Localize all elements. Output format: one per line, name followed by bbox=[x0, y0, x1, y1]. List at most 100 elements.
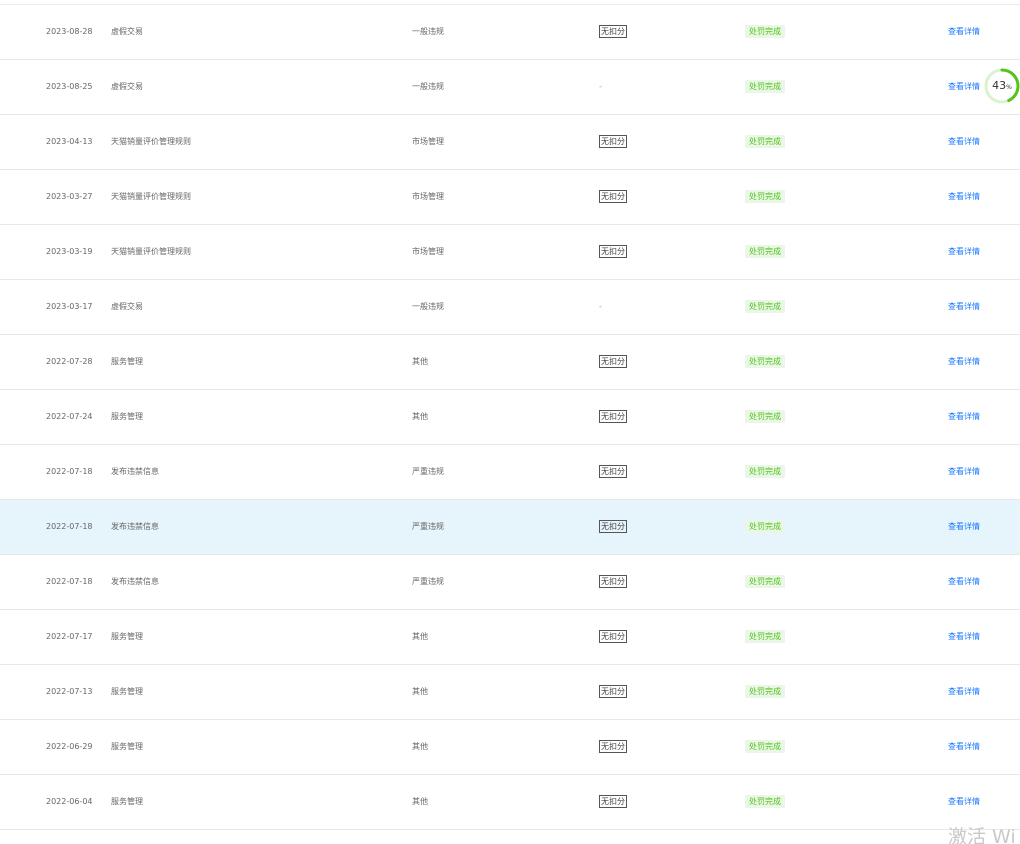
row-reason: 服务管理 bbox=[111, 687, 143, 696]
view-details-link[interactable]: 查看详情 bbox=[948, 27, 980, 36]
row-action-cell: 查看详情 bbox=[948, 445, 980, 499]
points-empty: - bbox=[599, 82, 602, 91]
progress-widget[interactable]: 43% bbox=[984, 68, 1020, 104]
view-details-link[interactable]: 查看详情 bbox=[948, 797, 980, 806]
table-row: 2023-08-25 虚假交易 一般违规 - 处罚完成 查看详情 bbox=[0, 60, 1020, 115]
row-points-cell: 无扣分 bbox=[599, 390, 627, 444]
row-violation-type: 其他 bbox=[412, 632, 428, 641]
status-badge: 处罚完成 bbox=[745, 410, 785, 423]
row-violation-type: 一般违规 bbox=[412, 27, 444, 36]
row-status-cell: 处罚完成 bbox=[745, 775, 785, 829]
row-action-cell: 查看详情 bbox=[948, 665, 980, 719]
view-details-link[interactable]: 查看详情 bbox=[948, 412, 980, 421]
view-details-link[interactable]: 查看详情 bbox=[948, 302, 980, 311]
row-date: 2022-06-29 bbox=[46, 742, 93, 751]
row-points-cell: 无扣分 bbox=[599, 555, 627, 609]
row-action-cell: 查看详情 bbox=[948, 555, 980, 609]
points-badge: 无扣分 bbox=[599, 630, 627, 643]
view-details-link[interactable]: 查看详情 bbox=[948, 687, 980, 696]
table-row: 2022-07-17 服务管理 其他 无扣分 处罚完成 查看详情 bbox=[0, 610, 1020, 665]
row-action-cell: 查看详情 bbox=[948, 335, 980, 389]
row-reason: 发布违禁信息 bbox=[111, 577, 159, 586]
view-details-link[interactable]: 查看详情 bbox=[948, 247, 980, 256]
row-status-cell: 处罚完成 bbox=[745, 555, 785, 609]
row-status-cell: 处罚完成 bbox=[745, 390, 785, 444]
status-badge: 处罚完成 bbox=[745, 190, 785, 203]
row-action-cell: 查看详情 bbox=[948, 500, 980, 554]
row-status-cell: 处罚完成 bbox=[745, 665, 785, 719]
row-status-cell: 处罚完成 bbox=[745, 280, 785, 334]
row-points-cell: 无扣分 bbox=[599, 170, 627, 224]
row-reason: 天猫销量评价管理规则 bbox=[111, 137, 191, 146]
view-details-link[interactable]: 查看详情 bbox=[948, 192, 980, 201]
row-date: 2022-07-24 bbox=[46, 412, 93, 421]
status-badge: 处罚完成 bbox=[745, 795, 785, 808]
row-date: 2023-03-17 bbox=[46, 302, 93, 311]
row-date: 2022-07-18 bbox=[46, 522, 93, 531]
row-action-cell: 查看详情 bbox=[948, 115, 980, 169]
view-details-link[interactable]: 查看详情 bbox=[948, 467, 980, 476]
table-row: 2023-04-13 天猫销量评价管理规则 市场管理 无扣分 处罚完成 查看详情 bbox=[0, 115, 1020, 170]
view-details-link[interactable]: 查看详情 bbox=[948, 632, 980, 641]
row-points-cell: - bbox=[599, 60, 602, 114]
row-reason: 服务管理 bbox=[111, 797, 143, 806]
row-action-cell: 查看详情 bbox=[948, 60, 980, 114]
points-badge: 无扣分 bbox=[599, 410, 627, 423]
row-points-cell: 无扣分 bbox=[599, 445, 627, 499]
table-row: 2022-07-13 服务管理 其他 无扣分 处罚完成 查看详情 bbox=[0, 665, 1020, 720]
row-status-cell: 处罚完成 bbox=[745, 170, 785, 224]
row-violation-type: 市场管理 bbox=[412, 192, 444, 201]
status-badge: 处罚完成 bbox=[745, 575, 785, 588]
points-badge: 无扣分 bbox=[599, 740, 627, 753]
status-badge: 处罚完成 bbox=[745, 25, 785, 38]
row-violation-type: 一般违规 bbox=[412, 82, 444, 91]
table-row: 2022-06-29 服务管理 其他 无扣分 处罚完成 查看详情 bbox=[0, 720, 1020, 775]
violation-records-table: 2023-08-28 虚假交易 一般违规 无扣分 处罚完成 查看详情 2023-08-25 虚… bbox=[0, 5, 1020, 830]
row-violation-type: 严重违规 bbox=[412, 467, 444, 476]
row-date: 2023-04-13 bbox=[46, 137, 93, 146]
row-reason: 服务管理 bbox=[111, 357, 143, 366]
points-empty: - bbox=[599, 302, 602, 311]
row-violation-type: 其他 bbox=[412, 797, 428, 806]
row-points-cell: 无扣分 bbox=[599, 225, 627, 279]
view-details-link[interactable]: 查看详情 bbox=[948, 357, 980, 366]
row-action-cell: 查看详情 bbox=[948, 610, 980, 664]
row-action-cell: 查看详情 bbox=[948, 775, 980, 829]
view-details-link[interactable]: 查看详情 bbox=[948, 577, 980, 586]
row-date: 2023-03-19 bbox=[46, 247, 93, 256]
points-badge: 无扣分 bbox=[599, 190, 627, 203]
table-row: 2022-07-24 服务管理 其他 无扣分 处罚完成 查看详情 bbox=[0, 390, 1020, 445]
row-points-cell: 无扣分 bbox=[599, 610, 627, 664]
status-badge: 处罚完成 bbox=[745, 80, 785, 93]
view-details-link[interactable]: 查看详情 bbox=[948, 742, 980, 751]
row-status-cell: 处罚完成 bbox=[745, 60, 785, 114]
row-reason: 虚假交易 bbox=[111, 82, 143, 91]
row-reason: 服务管理 bbox=[111, 412, 143, 421]
view-details-link[interactable]: 查看详情 bbox=[948, 137, 980, 146]
row-violation-type: 其他 bbox=[412, 357, 428, 366]
view-details-link[interactable]: 查看详情 bbox=[948, 82, 980, 91]
table-row: 2023-03-17 虚假交易 一般违规 - 处罚完成 查看详情 bbox=[0, 280, 1020, 335]
row-points-cell: 无扣分 bbox=[599, 775, 627, 829]
row-status-cell: 处罚完成 bbox=[745, 115, 785, 169]
row-action-cell: 查看详情 bbox=[948, 390, 980, 444]
row-reason: 虚假交易 bbox=[111, 302, 143, 311]
row-violation-type: 严重违规 bbox=[412, 577, 444, 586]
table-row: 2023-03-19 天猫销量评价管理规则 市场管理 无扣分 处罚完成 查看详情 bbox=[0, 225, 1020, 280]
view-details-link[interactable]: 查看详情 bbox=[948, 522, 980, 531]
row-date: 2022-07-17 bbox=[46, 632, 93, 641]
row-violation-type: 其他 bbox=[412, 412, 428, 421]
row-reason: 服务管理 bbox=[111, 632, 143, 641]
points-badge: 无扣分 bbox=[599, 575, 627, 588]
row-status-cell: 处罚完成 bbox=[745, 500, 785, 554]
row-points-cell: 无扣分 bbox=[599, 5, 627, 59]
row-reason: 天猫销量评价管理规则 bbox=[111, 247, 191, 256]
row-reason: 天猫销量评价管理规则 bbox=[111, 192, 191, 201]
row-date: 2022-07-28 bbox=[46, 357, 93, 366]
row-status-cell: 处罚完成 bbox=[745, 335, 785, 389]
status-badge: 处罚完成 bbox=[745, 630, 785, 643]
points-badge: 无扣分 bbox=[599, 795, 627, 808]
row-status-cell: 处罚完成 bbox=[745, 720, 785, 774]
row-violation-type: 其他 bbox=[412, 742, 428, 751]
row-reason: 发布违禁信息 bbox=[111, 522, 159, 531]
